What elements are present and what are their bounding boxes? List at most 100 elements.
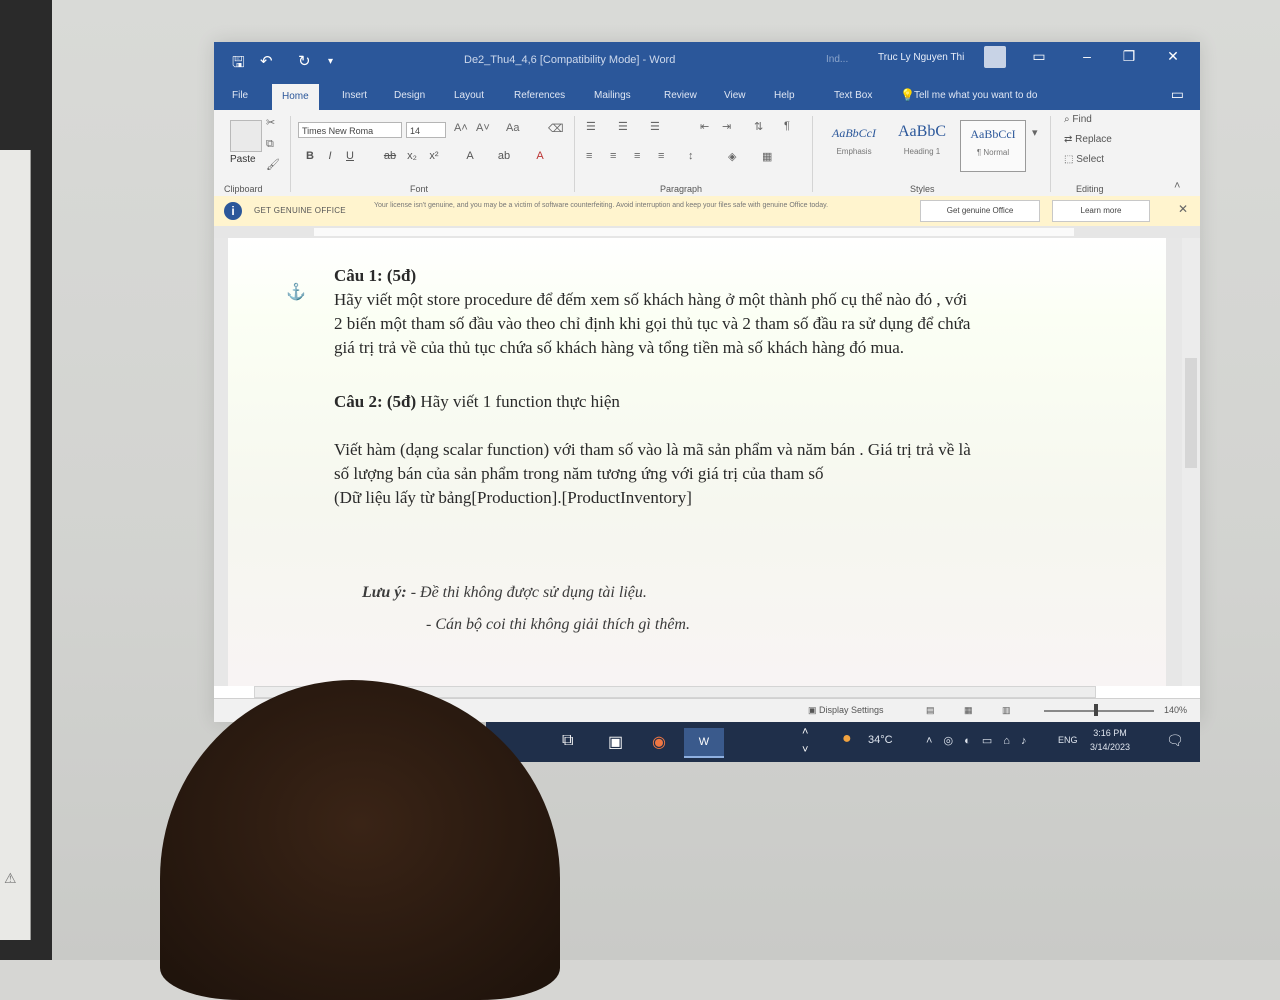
- zoom-slider[interactable]: [1044, 710, 1154, 712]
- avatar[interactable]: [984, 46, 1006, 68]
- style-normal[interactable]: AaBbCcI ¶ Normal: [960, 120, 1026, 172]
- tell-me-input[interactable]: Tell me what you want to do: [914, 90, 1037, 101]
- change-case-icon[interactable]: Aa: [506, 122, 519, 134]
- pilcrow-icon[interactable]: ¶: [784, 120, 790, 132]
- highlight-icon[interactable]: ab: [496, 150, 512, 162]
- language-indicator[interactable]: ENG: [1058, 735, 1078, 745]
- taskbar-scroll-up-icon[interactable]: ˄: [802, 726, 808, 738]
- paste-icon[interactable]: [230, 120, 262, 152]
- word-window: 🖫 ↶ ↻ ▾ De2_Thu4_4,6 [Compatibility Mode…: [214, 42, 1200, 722]
- collapse-ribbon-icon[interactable]: ˄: [1174, 180, 1180, 192]
- close-icon[interactable]: ✕: [1178, 202, 1188, 216]
- tab-view[interactable]: View: [724, 90, 746, 101]
- task-view-icon[interactable]: ⧉: [562, 732, 573, 750]
- vertical-scrollbar[interactable]: [1182, 238, 1200, 686]
- restore-icon[interactable]: ❐: [1116, 48, 1142, 65]
- notification-icon[interactable]: 🗨: [1166, 732, 1184, 749]
- zoom-slider-handle[interactable]: [1094, 704, 1098, 716]
- chrome-icon[interactable]: ◉: [652, 732, 666, 752]
- justify-icon[interactable]: ≡: [658, 150, 664, 162]
- paste-button[interactable]: Paste: [230, 154, 256, 165]
- sort-icon[interactable]: ⇅: [754, 120, 763, 133]
- replace-button[interactable]: ⇄ Replace: [1064, 134, 1112, 145]
- grow-font-icon[interactable]: A˄: [454, 122, 468, 134]
- system-tray-icons[interactable]: ˄ ◎ ◐ ▭ ⌂ ♪: [926, 734, 1030, 747]
- subscript-icon[interactable]: x₂: [404, 150, 420, 162]
- bold-icon[interactable]: B: [302, 150, 318, 162]
- bullets-icon[interactable]: ☰: [586, 120, 596, 133]
- document-page[interactable]: ⚓ Câu 1: (5đ) Hãy viết một store procedu…: [228, 238, 1166, 686]
- web-layout-icon[interactable]: ▥: [1002, 705, 1011, 716]
- save-icon[interactable]: 🖫: [232, 52, 245, 77]
- redo-icon[interactable]: ↻: [298, 52, 311, 70]
- taskbar-scroll-down-icon[interactable]: ˅: [802, 744, 808, 756]
- ribbon-display-options-icon[interactable]: ▭: [1026, 48, 1052, 65]
- user-name[interactable]: Truc Ly Nguyen Thi: [878, 52, 964, 63]
- format-painter-icon[interactable]: 🖌: [266, 158, 280, 171]
- read-mode-icon[interactable]: ▤: [926, 705, 935, 716]
- font-size-select[interactable]: 14: [406, 122, 446, 138]
- shrink-font-icon[interactable]: A˅: [476, 122, 490, 134]
- clock[interactable]: 3:16 PM 3/14/2023: [1090, 726, 1130, 754]
- note-label: Lưu ý:: [362, 584, 407, 601]
- text-effects-icon[interactable]: A: [462, 150, 478, 162]
- print-layout-icon[interactable]: ▦: [964, 705, 973, 716]
- align-center-icon[interactable]: ≡: [610, 150, 616, 162]
- font-color-icon[interactable]: A: [532, 150, 548, 162]
- taskbar-app-icon[interactable]: ▣: [608, 732, 623, 752]
- styles-more-icon[interactable]: ▾: [1032, 126, 1038, 139]
- tab-references[interactable]: References: [514, 90, 565, 101]
- italic-icon[interactable]: I: [322, 150, 338, 162]
- underline-icon[interactable]: U: [342, 150, 358, 162]
- increase-indent-icon[interactable]: ⇥: [722, 120, 731, 133]
- scroll-thumb[interactable]: [1185, 358, 1197, 468]
- tab-text-box[interactable]: Text Box: [834, 90, 872, 101]
- weather-icon[interactable]: ●: [842, 730, 852, 748]
- select-button[interactable]: ⬚ Select: [1064, 154, 1104, 165]
- clock-date: 3/14/2023: [1090, 742, 1131, 752]
- cut-icon[interactable]: ✂: [266, 116, 275, 129]
- tab-design[interactable]: Design: [394, 90, 425, 101]
- undo-icon[interactable]: ↶: [260, 52, 273, 70]
- temperature[interactable]: 34°C: [868, 734, 893, 746]
- superscript-icon[interactable]: x²: [426, 150, 442, 162]
- copy-icon[interactable]: ⧉: [266, 138, 274, 151]
- tab-review[interactable]: Review: [664, 90, 697, 101]
- numbering-icon[interactable]: ☰: [618, 120, 628, 133]
- multilevel-list-icon[interactable]: ☰: [650, 120, 660, 133]
- tab-mailings[interactable]: Mailings: [594, 90, 631, 101]
- text-box-anchor-icon: ⚓: [286, 284, 306, 301]
- tab-file[interactable]: File: [232, 90, 248, 101]
- strikethrough-icon[interactable]: ab: [382, 150, 398, 162]
- tab-help[interactable]: Help: [774, 90, 795, 101]
- learn-more-button[interactable]: Learn more: [1052, 200, 1150, 222]
- note-text-1: - Đề thi không được sử dụng tài liệu.: [406, 584, 647, 601]
- borders-icon[interactable]: ▦: [762, 150, 772, 163]
- zoom-level[interactable]: 140%: [1164, 705, 1187, 715]
- style-emphasis[interactable]: AaBbCcI Emphasis: [822, 120, 886, 170]
- decrease-indent-icon[interactable]: ⇤: [700, 120, 709, 133]
- tab-layout[interactable]: Layout: [454, 90, 484, 101]
- find-button[interactable]: ⌕ Find: [1064, 114, 1092, 125]
- align-left-icon[interactable]: ≡: [586, 150, 592, 162]
- word-taskbar-icon[interactable]: W: [684, 728, 724, 758]
- shading-icon[interactable]: ◈: [728, 150, 736, 163]
- line-spacing-icon[interactable]: ↕: [688, 150, 694, 162]
- tab-home[interactable]: Home: [272, 84, 319, 110]
- comments-icon[interactable]: ▭: [1171, 86, 1184, 103]
- style-sample: AaBbC: [898, 123, 946, 140]
- align-right-icon[interactable]: ≡: [634, 150, 640, 162]
- clear-formatting-icon[interactable]: ⌫: [548, 122, 564, 135]
- get-genuine-office-button[interactable]: Get genuine Office: [920, 200, 1040, 222]
- close-icon[interactable]: ✕: [1160, 48, 1186, 65]
- customize-toolbar-icon[interactable]: ▾: [328, 56, 333, 67]
- style-heading-1[interactable]: AaBbC Heading 1: [890, 120, 954, 170]
- minimize-icon[interactable]: –: [1074, 48, 1100, 64]
- note-line-1: Lưu ý: - Đề thi không được sử dụng tài l…: [362, 584, 647, 602]
- font-name-select[interactable]: Times New Roma: [298, 122, 402, 138]
- display-settings-button[interactable]: ▣ Display Settings: [808, 705, 884, 716]
- style-sample: AaBbCcI: [970, 127, 1016, 141]
- question-1-heading: Câu 1: (5đ): [334, 266, 417, 285]
- lightbulb-icon: 💡: [900, 88, 915, 102]
- tab-insert[interactable]: Insert: [342, 90, 367, 101]
